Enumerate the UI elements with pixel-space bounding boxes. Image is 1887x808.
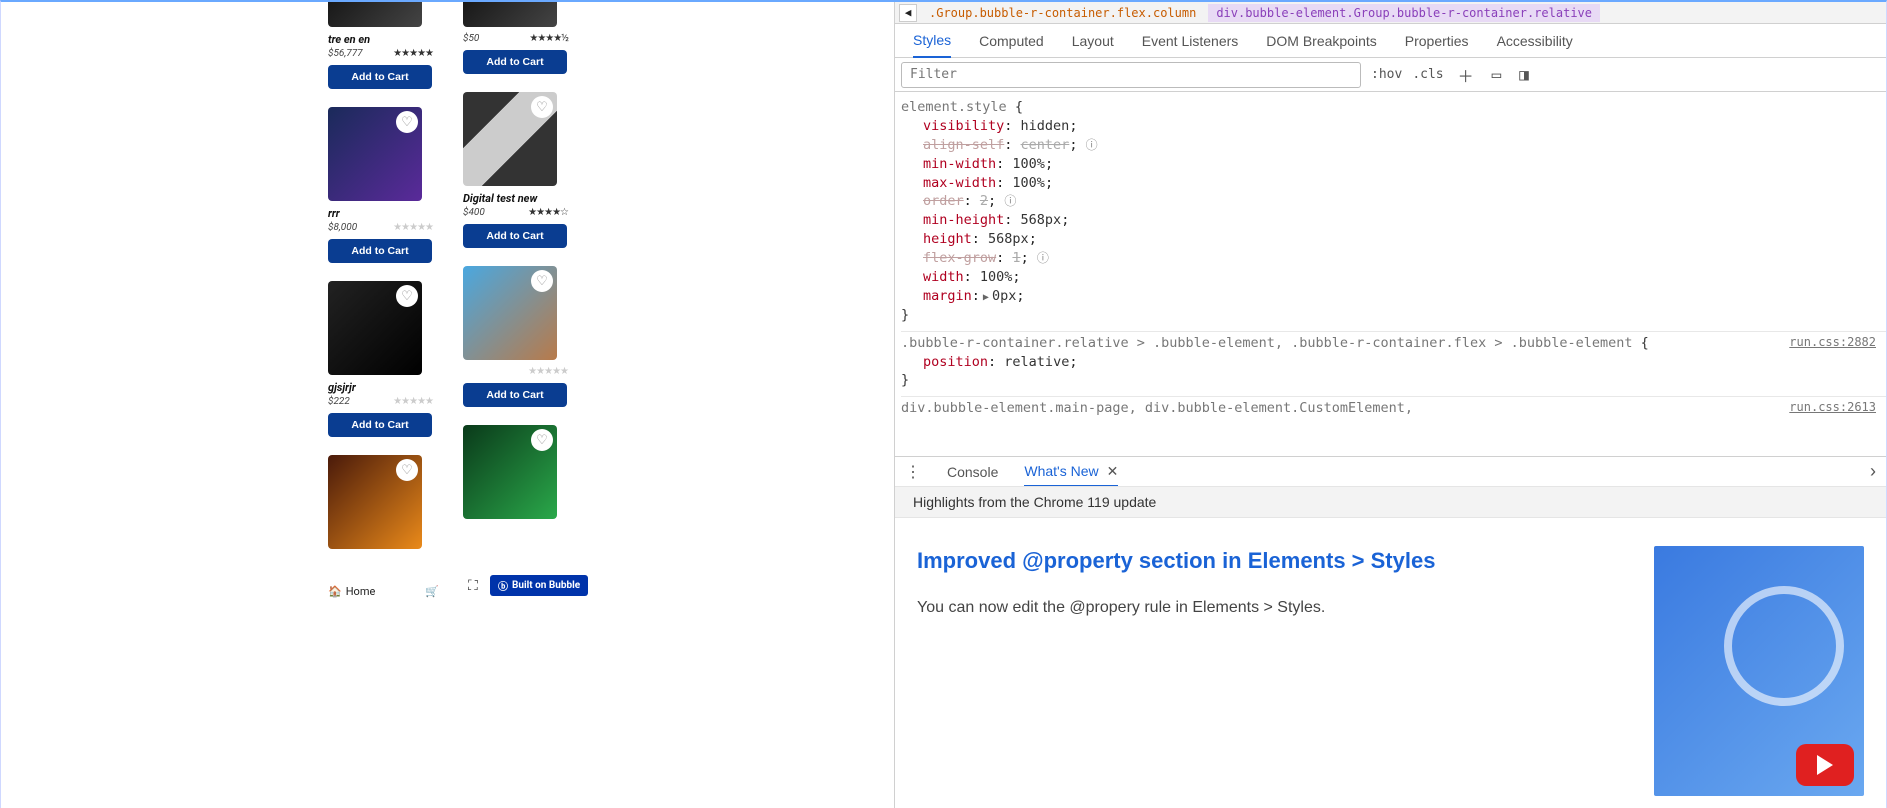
breadcrumb-scroll-left[interactable]: ◀ [899,4,917,22]
product-rating: ★★★★½ [529,33,568,44]
rendered-page: tre en en $56,777 ★★★★★ Add to Cart ♡ rr… [1,2,894,808]
tab-styles[interactable]: Styles [913,24,951,58]
tab-computed[interactable]: Computed [979,25,1044,57]
nav-cart[interactable]: 🛒 [425,585,439,598]
decorative-circle [1724,586,1844,706]
cart-icon: 🛒 [425,585,439,598]
computed-styles-icon[interactable]: ▭ [1488,65,1506,84]
info-icon[interactable]: ⓘ [1086,138,1098,152]
breadcrumb-segment-selected[interactable]: div.bubble-element.Group.bubble-r-contai… [1208,4,1600,22]
expand-triangle-icon[interactable]: ▶ [980,292,992,303]
home-icon: 🏠 [328,585,342,598]
add-to-cart-button[interactable]: Add to Cart [328,413,432,437]
built-on-bubble-label: Built on Bubble [512,580,580,591]
nav-home[interactable]: 🏠 Home [328,585,375,598]
tab-whats-new[interactable]: What's New [1024,463,1098,479]
styles-rules[interactable]: element.style { visibility: hidden; alig… [895,92,1886,456]
add-to-cart-button[interactable]: Add to Cart [328,239,432,263]
product-card: ♡ [463,425,568,519]
css-selector[interactable]: div.bubble-element.main-page, div.bubble… [901,400,1413,416]
info-icon[interactable]: ⓘ [1004,194,1016,208]
css-selector[interactable]: element.style [901,99,1007,115]
info-icon[interactable]: ⓘ [1037,251,1049,265]
product-price: $50 [463,33,479,44]
product-rating: ★★★★☆ [528,207,568,218]
drawer-more-icon[interactable]: › [1870,461,1876,482]
product-rating: ★★★★★ [393,222,433,233]
product-card: ♡ ★★★★★ Add to Cart [463,266,568,407]
product-image[interactable]: ♡ [463,92,557,186]
product-name: Digital test new [463,192,568,205]
product-image[interactable]: ♡ [328,455,422,549]
tab-accessibility[interactable]: Accessibility [1497,25,1573,57]
product-name: gjsjrjr [328,381,433,394]
cls-toggle[interactable]: .cls [1412,67,1443,82]
product-price: $400 [463,207,485,218]
product-image[interactable] [463,2,557,27]
favorite-icon[interactable]: ♡ [531,96,553,118]
product-card: ♡ [328,455,433,549]
product-image[interactable] [328,2,422,27]
css-rule[interactable]: run.css:2882 .bubble-r-container.relativ… [901,332,1886,398]
css-rule[interactable]: element.style { visibility: hidden; alig… [901,96,1886,332]
tab-dom-breakpoints[interactable]: DOM Breakpoints [1266,25,1376,57]
product-image[interactable]: ♡ [328,107,422,201]
source-link[interactable]: run.css:2882 [1789,334,1876,351]
add-to-cart-button[interactable]: Add to Cart [328,65,432,89]
breadcrumb-segment[interactable]: .Group.bubble-r-container.flex.column [923,4,1202,22]
new-style-rule-icon[interactable]: ＋ [1454,63,1478,87]
whats-new-description: You can now edit the @propery rule in El… [917,596,1614,621]
play-icon[interactable] [1796,744,1854,786]
hov-toggle[interactable]: :hov [1371,67,1402,82]
product-name: tre en en [328,33,433,46]
tab-console[interactable]: Console [947,464,998,480]
product-name: rrr [328,207,433,220]
product-rating: ★★★★★ [528,366,568,377]
product-image[interactable]: ♡ [463,266,557,360]
css-rule[interactable]: run.css:2613 div.bubble-element.main-pag… [901,397,1886,424]
product-price: $8,000 [328,222,357,233]
product-rating: ★★★★★ [393,48,433,59]
source-link[interactable]: run.css:2613 [1789,399,1876,416]
tab-event-listeners[interactable]: Event Listeners [1142,25,1239,57]
product-card: ♡ gjsjrjr $222 ★★★★★ Add to Cart [328,281,433,437]
favorite-icon[interactable]: ♡ [396,285,418,307]
devtools-panel: ◀ .Group.bubble-r-container.flex.column … [894,2,1886,808]
favorite-icon[interactable]: ♡ [396,459,418,481]
whats-new-body: Improved @property section in Elements >… [895,518,1886,808]
bubble-logo-icon: ⓑ [498,578,508,593]
add-to-cart-button[interactable]: Add to Cart [463,383,567,407]
product-rating: ★★★★★ [393,396,433,407]
close-tab-icon[interactable]: ✕ [1107,463,1119,480]
product-price: $56,777 [328,48,363,59]
built-on-bubble-badge[interactable]: ⓑ Built on Bubble [490,575,588,596]
whats-new-title[interactable]: Improved @property section in Elements >… [917,546,1614,576]
tab-properties[interactable]: Properties [1405,25,1469,57]
favorite-icon[interactable]: ♡ [531,270,553,292]
nav-home-label: Home [346,585,376,598]
product-image[interactable]: ♡ [328,281,422,375]
product-card: tre en en $56,777 ★★★★★ Add to Cart [328,2,433,89]
product-card: ♡ Digital test new $400 ★★★★☆ Add to Car… [463,92,568,248]
add-to-cart-button[interactable]: Add to Cart [463,224,567,248]
whats-new-video-thumbnail[interactable] [1654,546,1864,796]
product-image[interactable]: ♡ [463,425,557,519]
product-card: $50 ★★★★½ Add to Cart [463,2,568,74]
toggle-sidebar-icon[interactable]: ◨ [1515,65,1533,84]
styles-tabs: Styles Computed Layout Event Listeners D… [895,24,1886,58]
favorite-icon[interactable]: ♡ [396,111,418,133]
add-to-cart-button[interactable]: Add to Cart [463,50,567,74]
styles-filter-input[interactable] [901,62,1361,88]
styles-toolbar: :hov .cls ＋ ▭ ◨ [895,58,1886,92]
elements-breadcrumb: ◀ .Group.bubble-r-container.flex.column … [895,2,1886,24]
product-card: ♡ rrr $8,000 ★★★★★ Add to Cart [328,107,433,263]
favorite-icon[interactable]: ♡ [531,429,553,451]
whats-new-highlights: Highlights from the Chrome 119 update [895,486,1886,518]
tab-layout[interactable]: Layout [1072,25,1114,57]
drawer-tabs: ⋮ Console What's New ✕ › [895,456,1886,486]
scan-icon[interactable]: ⛶ [468,578,478,594]
css-selector[interactable]: .bubble-r-container.relative > .bubble-e… [901,335,1633,351]
drawer-menu-icon[interactable]: ⋮ [905,462,921,482]
product-price: $222 [328,396,350,407]
